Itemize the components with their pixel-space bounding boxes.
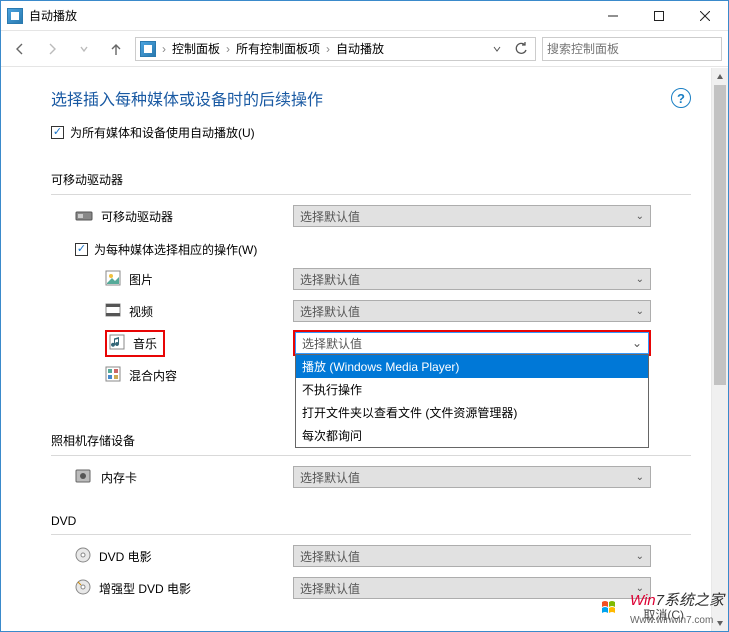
maximize-button[interactable] bbox=[636, 1, 682, 31]
divider bbox=[51, 534, 691, 535]
videos-combo[interactable]: 选择默认值 ⌄ bbox=[293, 300, 651, 322]
watermark: Win7系统之家 Www.winwin7.com bbox=[600, 589, 724, 627]
chevron-down-icon: ⌄ bbox=[632, 336, 642, 350]
section-removable-title: 可移动驱动器 bbox=[51, 171, 691, 188]
divider bbox=[51, 194, 691, 195]
combo-value: 选择默认值 bbox=[300, 303, 360, 320]
removable-drive-label: 可移动驱动器 bbox=[101, 208, 173, 225]
enhanced-dvd-label: 增强型 DVD 电影 bbox=[99, 580, 191, 597]
watermark-url: Www.winwin7.com bbox=[630, 615, 713, 626]
window-title: 自动播放 bbox=[29, 7, 77, 24]
music-combo-dropdown: 播放 (Windows Media Player) 不执行操作 打开文件夹以查看… bbox=[295, 354, 649, 448]
chevron-right-icon: › bbox=[324, 42, 332, 56]
combo-value: 选择默认值 bbox=[300, 469, 360, 486]
pictures-combo[interactable]: 选择默认值 ⌄ bbox=[293, 268, 651, 290]
chevron-right-icon: › bbox=[160, 42, 168, 56]
chevron-right-icon: › bbox=[224, 42, 232, 56]
per-media-checkbox[interactable] bbox=[75, 243, 88, 256]
breadcrumb[interactable]: 控制面板 bbox=[172, 40, 220, 57]
pictures-label: 图片 bbox=[129, 271, 153, 288]
dvd-movie-icon bbox=[75, 547, 91, 566]
breadcrumb[interactable]: 所有控制面板项 bbox=[236, 40, 320, 57]
up-button[interactable] bbox=[103, 36, 129, 62]
music-combo[interactable]: 选择默认值 ⌄ bbox=[295, 332, 649, 354]
memory-card-combo[interactable]: 选择默认值 ⌄ bbox=[293, 466, 651, 488]
memory-card-label: 内存卡 bbox=[101, 469, 137, 486]
address-history-dropdown[interactable] bbox=[487, 39, 507, 59]
close-button[interactable] bbox=[682, 1, 728, 31]
per-media-label: 为每种媒体选择相应的操作(W) bbox=[94, 241, 257, 258]
scroll-up-arrow[interactable] bbox=[712, 68, 728, 85]
chevron-down-icon: ⌄ bbox=[636, 306, 644, 317]
refresh-button[interactable] bbox=[511, 39, 531, 59]
recent-dropdown[interactable] bbox=[71, 36, 97, 62]
combo-value: 选择默认值 bbox=[300, 271, 360, 288]
windows-flag-icon bbox=[600, 598, 626, 618]
back-button[interactable] bbox=[7, 36, 33, 62]
videos-label: 视频 bbox=[129, 303, 153, 320]
memory-card-icon bbox=[75, 468, 93, 487]
dropdown-option[interactable]: 播放 (Windows Media Player) bbox=[296, 355, 648, 378]
use-autoplay-all-label: 为所有媒体和设备使用自动播放(U) bbox=[70, 124, 255, 141]
dropdown-option[interactable]: 打开文件夹以查看文件 (文件资源管理器) bbox=[296, 401, 648, 424]
chevron-down-icon: ⌄ bbox=[636, 211, 644, 222]
music-label: 音乐 bbox=[133, 335, 157, 352]
mixed-label: 混合内容 bbox=[129, 367, 177, 384]
combo-value: 选择默认值 bbox=[300, 580, 360, 597]
dvd-movie-label: DVD 电影 bbox=[99, 548, 152, 565]
watermark-prefix: Win bbox=[630, 592, 656, 609]
watermark-text: 7系统之家 bbox=[656, 592, 724, 609]
chevron-down-icon: ⌄ bbox=[636, 551, 644, 562]
removable-drive-icon bbox=[75, 209, 93, 223]
dropdown-option[interactable]: 不执行操作 bbox=[296, 378, 648, 401]
combo-value: 选择默认值 bbox=[300, 208, 360, 225]
address-bar[interactable]: › 控制面板 › 所有控制面板项 › 自动播放 bbox=[135, 37, 536, 61]
videos-icon bbox=[105, 302, 121, 321]
vertical-scrollbar[interactable] bbox=[711, 68, 728, 631]
music-icon bbox=[109, 334, 125, 353]
search-box[interactable] bbox=[542, 37, 722, 61]
enhanced-dvd-icon bbox=[75, 579, 91, 598]
use-autoplay-all-checkbox[interactable] bbox=[51, 126, 64, 139]
search-input[interactable] bbox=[547, 42, 717, 56]
breadcrumb[interactable]: 自动播放 bbox=[336, 40, 384, 57]
combo-value: 选择默认值 bbox=[302, 335, 362, 352]
removable-drive-combo[interactable]: 选择默认值 ⌄ bbox=[293, 205, 651, 227]
forward-button[interactable] bbox=[39, 36, 65, 62]
minimize-button[interactable] bbox=[590, 1, 636, 31]
titlebar: 自动播放 bbox=[1, 1, 728, 31]
dropdown-option[interactable]: 每次都询问 bbox=[296, 424, 648, 447]
dvd-movie-combo[interactable]: 选择默认值 ⌄ bbox=[293, 545, 651, 567]
section-dvd-title: DVD bbox=[51, 514, 691, 528]
scrollbar-thumb[interactable] bbox=[714, 85, 726, 385]
autoplay-path-icon bbox=[140, 41, 156, 57]
divider bbox=[51, 455, 691, 456]
chevron-down-icon: ⌄ bbox=[636, 472, 644, 483]
pictures-icon bbox=[105, 270, 121, 289]
content-area: 选择插入每种媒体或设备时的后续操作 ? 为所有媒体和设备使用自动播放(U) 可移… bbox=[1, 68, 711, 631]
navbar: › 控制面板 › 所有控制面板项 › 自动播放 bbox=[1, 31, 728, 67]
combo-value: 选择默认值 bbox=[300, 548, 360, 565]
mixed-content-icon bbox=[105, 366, 121, 385]
page-title: 选择插入每种媒体或设备时的后续操作 bbox=[51, 86, 671, 110]
chevron-down-icon: ⌄ bbox=[636, 274, 644, 285]
autoplay-icon bbox=[7, 8, 23, 24]
enhanced-dvd-combo[interactable]: 选择默认值 ⌄ bbox=[293, 577, 651, 599]
help-icon[interactable]: ? bbox=[671, 88, 691, 108]
